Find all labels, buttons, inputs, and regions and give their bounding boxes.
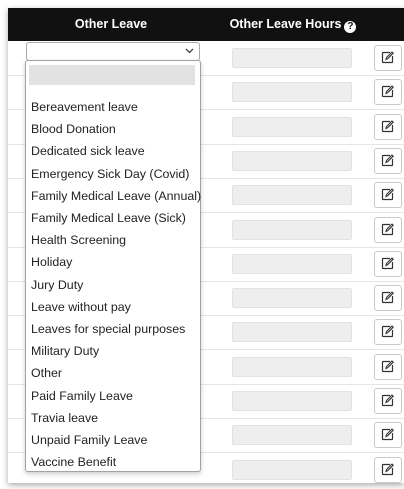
edit-button[interactable]	[374, 422, 402, 449]
edit-icon	[381, 257, 394, 269]
dropdown-option[interactable]: Travia leave	[26, 407, 200, 429]
edit-icon	[381, 154, 394, 166]
col-header-other-leave: Other Leave	[8, 8, 214, 41]
col-header-other-leave-label: Other Leave	[74, 17, 148, 31]
edit-icon	[381, 222, 394, 235]
table-header: Other Leave Other Leave Hours?	[8, 8, 404, 41]
dropdown-option[interactable]: Jury Duty	[26, 274, 200, 296]
other-leave-hours-input[interactable]	[232, 48, 352, 68]
edit-button[interactable]	[374, 45, 402, 71]
edit-button[interactable]	[374, 79, 402, 106]
dropdown-option[interactable]: Family Medical Leave (Sick)	[26, 207, 200, 229]
edit-button[interactable]	[374, 147, 402, 174]
dropdown-option[interactable]: Military Duty	[26, 340, 200, 362]
edit-icon	[381, 359, 394, 372]
edit-button[interactable]	[374, 250, 402, 277]
dropdown-option[interactable]: Holiday	[26, 251, 200, 273]
edit-button[interactable]	[374, 216, 402, 243]
edit-icon	[381, 325, 394, 338]
edit-icon	[381, 51, 394, 64]
other-leave-dropdown-list: Bereavement leave Blood Donation Dedicated…	[25, 60, 201, 472]
dropdown-option[interactable]: Leaves for special purposes	[26, 318, 200, 340]
edit-icon	[381, 291, 394, 304]
edit-button[interactable]	[374, 319, 402, 346]
edit-icon	[381, 462, 394, 475]
other-leave-hours-input[interactable]	[232, 288, 352, 309]
dropdown-option[interactable]: Dedicated sick leave	[26, 140, 200, 162]
dropdown-option[interactable]: Paid Family Leave	[26, 385, 200, 407]
other-leave-hours-input[interactable]	[232, 185, 352, 206]
col-header-other-leave-hours: Other Leave Hours?	[214, 8, 372, 41]
dropdown-option[interactable]: Leave without pay	[26, 296, 200, 318]
other-leave-hours-input[interactable]	[232, 391, 352, 411]
other-leave-hours-input[interactable]	[232, 219, 352, 240]
other-leave-hours-input[interactable]	[232, 322, 352, 343]
other-leave-hours-input[interactable]	[232, 253, 352, 274]
other-leave-hours-input[interactable]	[232, 459, 352, 480]
dropdown-option[interactable]: Vaccine Benefit	[26, 451, 200, 473]
leave-table: Other Leave Other Leave Hours? Bereaveme…	[8, 8, 404, 483]
edit-icon	[381, 394, 394, 407]
dropdown-option[interactable]: Health Screening	[26, 229, 200, 251]
edit-icon	[381, 119, 394, 132]
dropdown-option[interactable]: Other	[26, 362, 200, 384]
edit-button[interactable]	[374, 113, 402, 140]
other-leave-hours-input[interactable]	[232, 150, 352, 171]
other-leave-hours-input[interactable]	[232, 425, 352, 446]
edit-button[interactable]	[374, 182, 402, 209]
dropdown-option[interactable]: Emergency Sick Day (Covid)	[26, 163, 200, 185]
other-leave-hours-input[interactable]	[232, 356, 352, 377]
edit-icon	[381, 428, 394, 441]
edit-button[interactable]	[374, 353, 402, 380]
edit-button[interactable]	[374, 456, 402, 483]
question-circle-icon[interactable]: ?	[344, 21, 357, 33]
dropdown-option[interactable]: Bereavement leave	[26, 96, 200, 118]
edit-icon	[381, 85, 394, 98]
dropdown-option[interactable]: Blood Donation	[26, 118, 200, 140]
other-leave-select[interactable]	[26, 42, 200, 61]
dropdown-option-blank[interactable]	[29, 65, 195, 85]
edit-icon	[381, 188, 394, 201]
dropdown-option[interactable]: Unpaid Family Leave	[26, 429, 200, 451]
other-leave-hours-input[interactable]	[232, 116, 352, 137]
other-leave-hours-input[interactable]	[232, 82, 352, 103]
chevron-down-icon	[185, 48, 194, 54]
col-header-hours-label: Other Leave Hours	[229, 17, 342, 31]
edit-button[interactable]	[374, 388, 402, 414]
dropdown-option[interactable]: Family Medical Leave (Annual)	[26, 185, 201, 207]
edit-button[interactable]	[374, 285, 402, 312]
